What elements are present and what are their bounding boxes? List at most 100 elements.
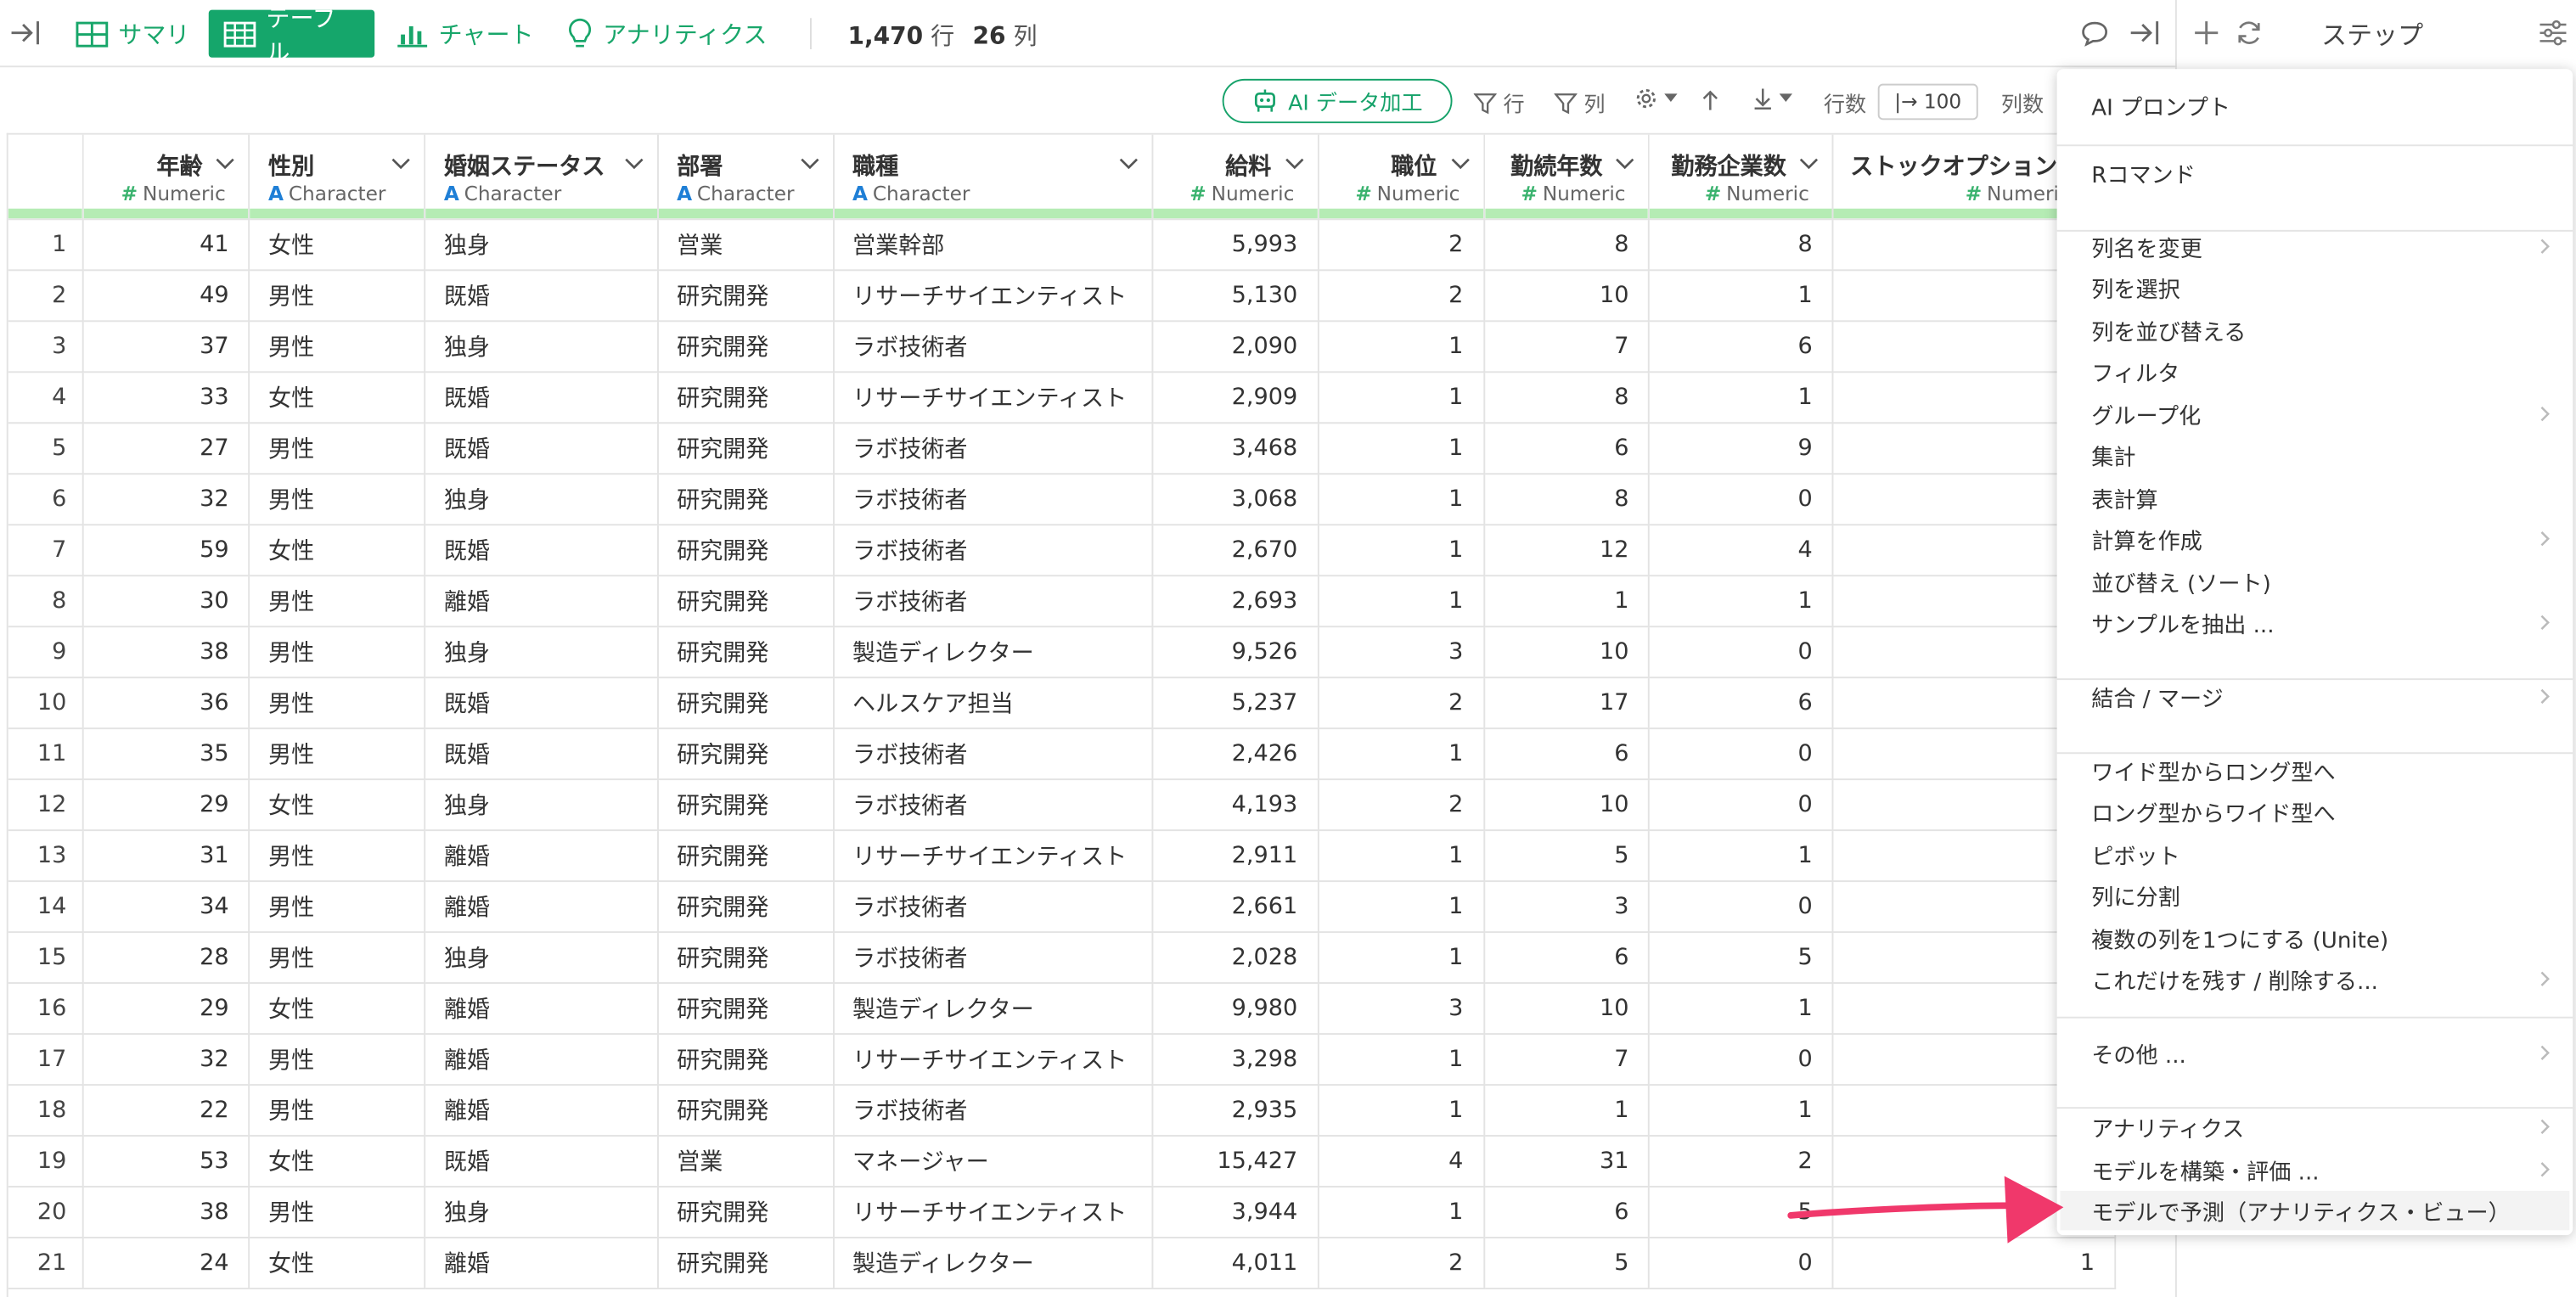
table-cell[interactable]: 製造ディレクター xyxy=(833,1238,1154,1289)
table-cell[interactable]: 営業幹部 xyxy=(833,219,1154,272)
table-row[interactable]: 10 36 男性 既婚 研究開発 ヘルスケア担当 5,237 2 17 6 xyxy=(8,677,2117,730)
row-index[interactable]: 18 xyxy=(8,1085,85,1137)
table-cell[interactable]: 独身 xyxy=(425,219,659,272)
table-cell[interactable]: 1 xyxy=(1483,576,1651,628)
table-cell[interactable]: 37 xyxy=(83,321,250,373)
row-index[interactable]: 7 xyxy=(8,525,85,577)
table-cell[interactable]: 6 xyxy=(1483,932,1651,985)
table-cell[interactable]: 男性 xyxy=(249,270,426,323)
table-cell[interactable]: 男性 xyxy=(249,728,426,781)
menu-item[interactable]: モデルで予測（アナリティクス・ビュー） xyxy=(2060,1190,2570,1231)
table-cell[interactable]: 研究開発 xyxy=(657,270,835,323)
table-cell[interactable]: 研究開発 xyxy=(657,932,835,985)
table-cell[interactable]: 10 xyxy=(1483,270,1651,323)
table-cell[interactable]: 1 xyxy=(1649,372,1834,424)
table-cell[interactable]: 1 xyxy=(1318,728,1485,781)
table-cell[interactable]: 男性 xyxy=(249,881,426,934)
ai-data-processing-button[interactable]: AI データ加工 xyxy=(1222,78,1453,124)
table-cell[interactable]: 独身 xyxy=(425,474,659,526)
table-cell[interactable]: 独身 xyxy=(425,321,659,373)
table-cell[interactable]: 49 xyxy=(83,270,250,323)
row-index[interactable]: 20 xyxy=(8,1187,85,1238)
row-index[interactable]: 17 xyxy=(8,1034,85,1086)
table-cell[interactable]: 1 xyxy=(1483,1085,1651,1137)
table-cell[interactable]: ラボ技術者 xyxy=(833,474,1154,526)
table-cell[interactable]: 営業 xyxy=(657,219,835,272)
table-cell[interactable]: 0 xyxy=(1649,626,1834,679)
row-index[interactable]: 21 xyxy=(8,1238,85,1289)
row-index[interactable]: 1 xyxy=(8,219,85,272)
table-cell[interactable]: 8 xyxy=(1483,474,1651,526)
table-cell[interactable]: 2,693 xyxy=(1152,576,1319,628)
tab-chart[interactable]: チャート xyxy=(381,10,548,58)
table-cell[interactable]: 男性 xyxy=(249,932,426,985)
row-index[interactable]: 9 xyxy=(8,626,85,679)
table-cell[interactable]: 27 xyxy=(83,423,250,475)
table-cell[interactable]: 製造ディレクター xyxy=(833,983,1154,1036)
table-cell[interactable]: 2 xyxy=(1318,219,1485,272)
table-cell[interactable]: 女性 xyxy=(249,219,426,272)
table-cell[interactable]: 6 xyxy=(1483,1187,1651,1238)
table-cell[interactable]: 4 xyxy=(1649,525,1834,577)
table-row[interactable]: 3 37 男性 独身 研究開発 ラボ技術者 2,090 1 7 6 xyxy=(8,321,2117,373)
table-cell[interactable]: 3,068 xyxy=(1152,474,1319,526)
table-cell[interactable]: 研究開発 xyxy=(657,474,835,526)
table-cell[interactable]: 男性 xyxy=(249,1187,426,1238)
menu-item[interactable]: 表計算 xyxy=(2091,478,2559,517)
table-cell[interactable]: リサーチサイエンティスト xyxy=(833,372,1154,424)
table-row[interactable]: 17 32 男性 離婚 研究開発 リサーチサイエンティスト 3,298 1 7 0 xyxy=(8,1034,2117,1086)
menu-item[interactable]: サンプルを抽出 ... xyxy=(2091,603,2559,642)
chevron-down-icon[interactable] xyxy=(216,158,235,171)
menu-item[interactable]: アナリティクス xyxy=(2091,1107,2559,1146)
table-row[interactable]: 1 41 女性 独身 営業 営業幹部 5,993 2 8 8 xyxy=(8,219,2117,272)
expand-panel-icon[interactable] xyxy=(2126,16,2163,49)
row-index[interactable]: 12 xyxy=(8,779,85,832)
add-step-icon[interactable] xyxy=(2191,18,2221,48)
table-cell[interactable]: 5,237 xyxy=(1152,677,1319,730)
table-cell[interactable]: リサーチサイエンティスト xyxy=(833,1034,1154,1086)
menu-item[interactable]: ピボット xyxy=(2091,834,2559,873)
table-row[interactable]: 16 29 女性 離婚 研究開発 製造ディレクター 9,980 3 10 1 xyxy=(8,983,2117,1036)
table-cell[interactable]: 59 xyxy=(83,525,250,577)
table-cell[interactable]: 独身 xyxy=(425,779,659,832)
tab-analytics[interactable]: アナリティクス xyxy=(552,10,782,58)
row-index[interactable]: 15 xyxy=(8,932,85,985)
table-cell[interactable]: 2 xyxy=(1318,270,1485,323)
table-cell[interactable]: 離婚 xyxy=(425,983,659,1036)
table-cell[interactable]: 1 xyxy=(1318,576,1485,628)
table-cell[interactable]: 10 xyxy=(1483,779,1651,832)
table-cell[interactable]: 既婚 xyxy=(425,728,659,781)
table-cell[interactable]: 1 xyxy=(1318,932,1485,985)
row-index[interactable]: 6 xyxy=(8,474,85,526)
table-cell[interactable]: 研究開発 xyxy=(657,1187,835,1238)
table-cell[interactable]: 離婚 xyxy=(425,1034,659,1086)
table-cell[interactable]: 研究開発 xyxy=(657,1034,835,1086)
table-cell[interactable]: ラボ技術者 xyxy=(833,576,1154,628)
table-cell[interactable]: 女性 xyxy=(249,779,426,832)
rows-input[interactable]: |→ 100 xyxy=(1877,83,1978,121)
table-cell[interactable]: 5,130 xyxy=(1152,270,1319,323)
table-row[interactable]: 7 59 女性 既婚 研究開発 ラボ技術者 2,670 1 12 4 xyxy=(8,525,2117,577)
table-cell[interactable]: 1 xyxy=(1318,474,1485,526)
table-cell[interactable]: 製造ディレクター xyxy=(833,626,1154,679)
table-cell[interactable]: ラボ技術者 xyxy=(833,932,1154,985)
table-cell[interactable]: 0 xyxy=(1649,881,1834,934)
table-row[interactable]: 14 34 男性 離婚 研究開発 ラボ技術者 2,661 1 3 0 xyxy=(8,881,2117,934)
column-header[interactable]: 年齢 # Numeric xyxy=(83,134,250,221)
table-cell[interactable]: 17 xyxy=(1483,677,1651,730)
table-cell[interactable]: 29 xyxy=(83,779,250,832)
row-index[interactable]: 14 xyxy=(8,881,85,934)
row-index[interactable]: 19 xyxy=(8,1136,85,1188)
table-row[interactable]: 15 28 男性 独身 研究開発 ラボ技術者 2,028 1 6 5 xyxy=(8,932,2117,985)
row-index[interactable]: 13 xyxy=(8,830,85,883)
chevron-down-icon[interactable] xyxy=(800,158,819,171)
table-cell[interactable]: 独身 xyxy=(425,626,659,679)
table-cell[interactable]: 既婚 xyxy=(425,372,659,424)
table-cell[interactable]: 研究開発 xyxy=(657,576,835,628)
table-cell[interactable]: ヘルスケア担当 xyxy=(833,677,1154,730)
table-cell[interactable]: 30 xyxy=(83,576,250,628)
table-cell[interactable]: 8 xyxy=(1483,219,1651,272)
table-cell[interactable]: 2,090 xyxy=(1152,321,1319,373)
table-cell[interactable]: ラボ技術者 xyxy=(833,525,1154,577)
table-cell[interactable]: 研究開発 xyxy=(657,881,835,934)
